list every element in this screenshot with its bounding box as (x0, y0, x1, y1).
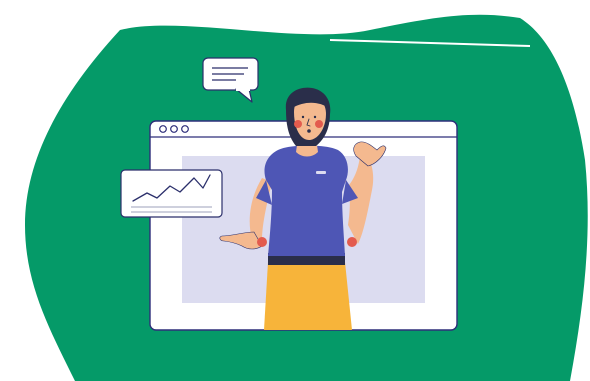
window-control-dots-icon (159, 125, 189, 133)
illustration-scene (25, 14, 588, 381)
shirt (264, 145, 348, 256)
illustration-stage (0, 0, 590, 381)
pants (264, 262, 352, 330)
line-chart-card-icon (120, 169, 223, 218)
